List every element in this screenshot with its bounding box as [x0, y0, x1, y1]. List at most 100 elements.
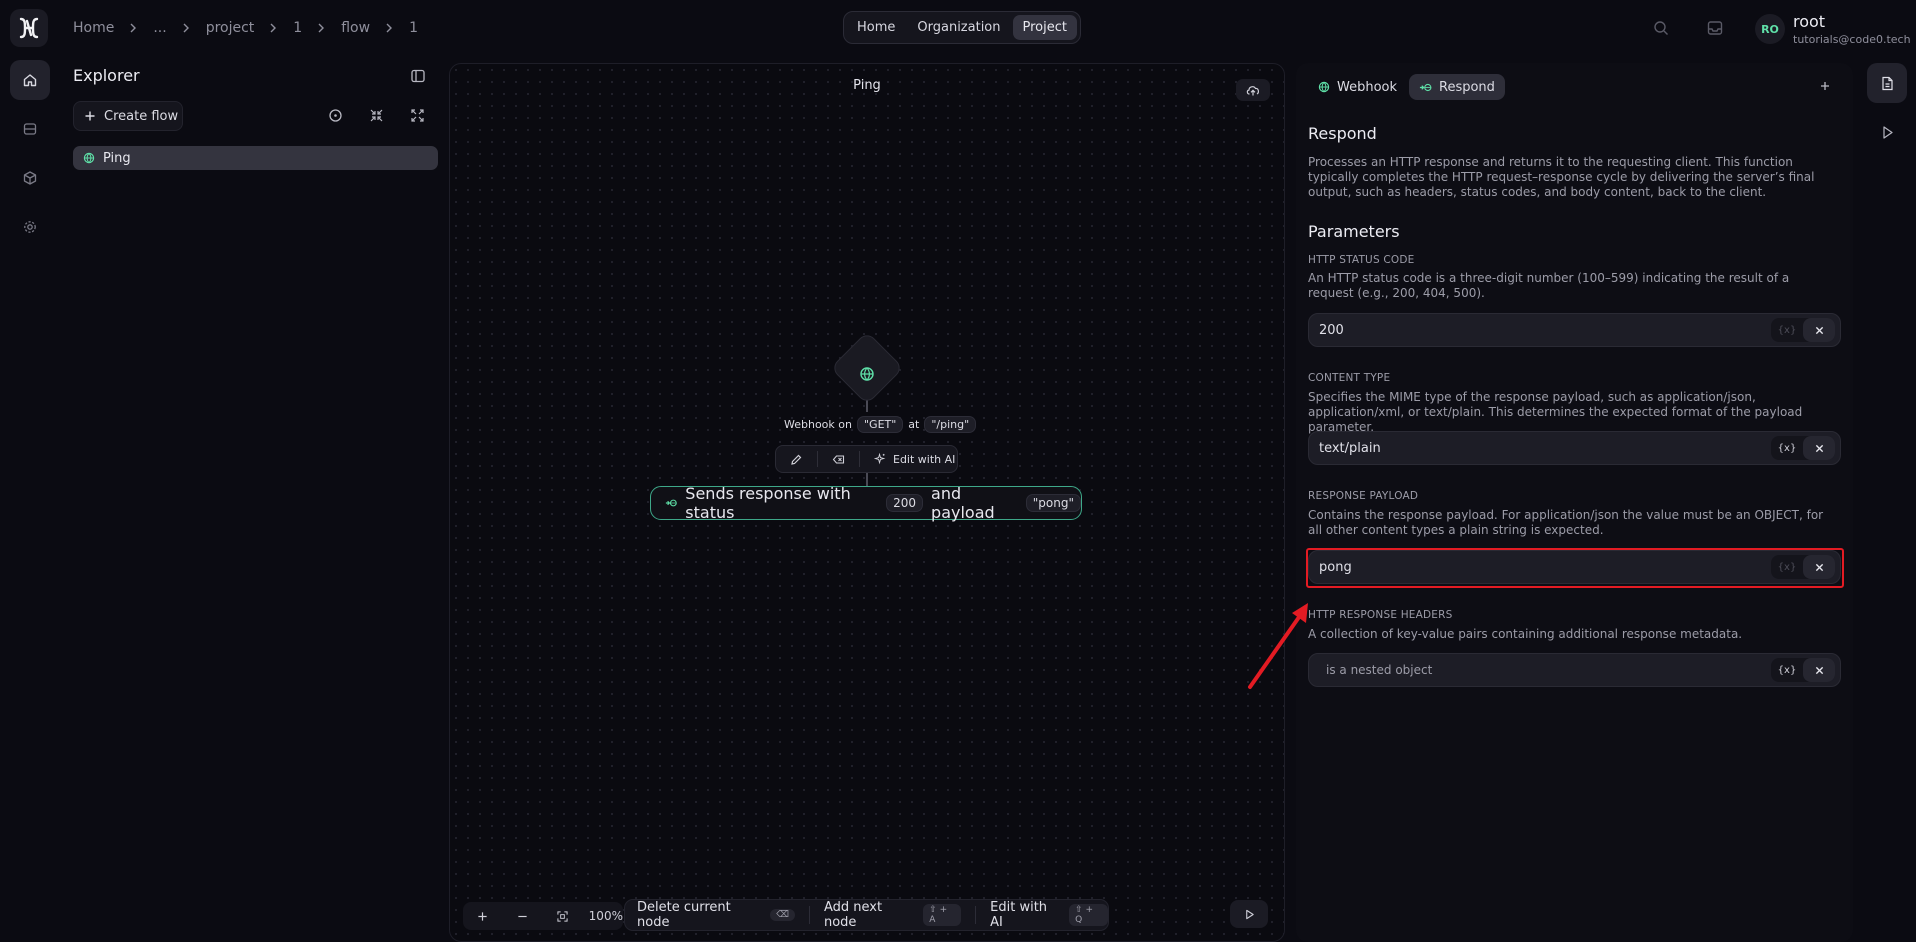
delete-node-button[interactable]: [818, 446, 859, 472]
user-email: tutorials@code0.tech: [1793, 33, 1911, 46]
document-panel-button[interactable]: [1867, 63, 1907, 103]
chevron-right-icon: [316, 23, 326, 33]
breadcrumb: Home ... project 1 flow 1: [73, 18, 418, 38]
breadcrumb-project[interactable]: project: [206, 20, 255, 36]
variable-toggle-button[interactable]: {x}: [1771, 318, 1803, 342]
sidebar-toggle-icon[interactable]: [410, 68, 426, 84]
status-code-input[interactable]: 200 {x}: [1308, 313, 1841, 347]
avatar[interactable]: RO: [1755, 14, 1785, 44]
flow-item-label: Ping: [103, 150, 131, 166]
variable-toggle-button[interactable]: {x}: [1771, 555, 1803, 579]
zoom-level: 100%: [588, 909, 623, 923]
node-toolbar: Edit with AI: [775, 445, 958, 473]
tab-respond[interactable]: Respond: [1409, 74, 1505, 100]
edit-node-button[interactable]: [776, 446, 817, 472]
flow-item-ping[interactable]: Ping: [73, 146, 438, 170]
clear-field-button[interactable]: [1803, 318, 1835, 342]
edit-ai-label: Edit with AI: [990, 900, 1048, 930]
document-icon: [1881, 76, 1893, 90]
panel-description: Processes an HTTP response and returns i…: [1308, 155, 1815, 199]
respond-joiner: and payload: [931, 484, 995, 522]
clear-field-button[interactable]: [1803, 555, 1835, 579]
search-icon[interactable]: [1652, 19, 1670, 37]
fit-view-button[interactable]: [543, 902, 583, 930]
respond-icon: [665, 499, 677, 507]
run-panel-button[interactable]: [1867, 112, 1907, 152]
respond-prefix: Sends response with status: [685, 484, 851, 522]
param-label-response-payload: RESPONSE PAYLOAD: [1308, 490, 1419, 502]
zoom-in-button[interactable]: [463, 902, 503, 930]
nav-project[interactable]: Project: [1012, 15, 1077, 40]
clear-field-button[interactable]: [1803, 436, 1835, 460]
play-icon: [1245, 909, 1254, 919]
param-label-status-code: HTTP STATUS CODE: [1308, 254, 1415, 266]
home-icon: [23, 74, 37, 87]
plus-icon: [478, 911, 488, 921]
webhook-icon: [859, 366, 875, 382]
parameters-title: Parameters: [1308, 222, 1400, 241]
fit-view-icon: [557, 910, 568, 922]
breadcrumb-flow[interactable]: flow: [341, 20, 370, 36]
shortcut-badge: ⌫: [770, 909, 795, 921]
param-description-response-headers: A collection of key-value pairs containi…: [1308, 627, 1743, 641]
response-headers-value: is a nested object: [1326, 663, 1433, 677]
clear-field-button[interactable]: [1803, 658, 1835, 682]
panel-title: Respond: [1308, 124, 1377, 143]
rail-packages-button[interactable]: [10, 158, 50, 198]
add-node-action[interactable]: Add next node ⇧ + A: [823, 900, 962, 930]
breadcrumb-home[interactable]: Home: [73, 20, 114, 36]
edit-icon: [791, 454, 802, 465]
status-chip: 200: [886, 494, 924, 512]
add-node-label: Add next node: [823, 900, 883, 930]
tab-webhook[interactable]: Webhook: [1308, 74, 1407, 100]
respond-node[interactable]: Sends response with status 200 and paylo…: [650, 484, 1082, 522]
status-code-value: 200: [1319, 322, 1344, 338]
response-headers-input[interactable]: is a nested object {x}: [1308, 653, 1841, 687]
breadcrumb-flow-id[interactable]: 1: [409, 20, 418, 36]
param-description-status-code: An HTTP status code is a three-digit num…: [1308, 271, 1790, 300]
edit-ai-action[interactable]: Edit with AI ⇧ + Q: [990, 900, 1108, 930]
canvas-title: Ping: [853, 78, 881, 93]
rail-settings-button[interactable]: [10, 207, 50, 247]
nav-organization[interactable]: Organization: [907, 15, 1010, 40]
user-name: root: [1793, 12, 1826, 31]
canvas-action-bar: Delete current node ⌫ Add next node ⇧ + …: [624, 899, 1109, 931]
run-flow-button[interactable]: [1230, 900, 1268, 928]
breadcrumb-ellipsis[interactable]: ...: [153, 20, 166, 36]
trigger-joiner: at: [908, 417, 920, 431]
field-actions: {x}: [1771, 555, 1835, 579]
create-flow-button[interactable]: Create flow: [73, 101, 183, 131]
trigger-prefix: Webhook on: [784, 417, 852, 431]
param-label-content-type: CONTENT TYPE: [1308, 372, 1391, 384]
rail-home-button[interactable]: [10, 60, 50, 100]
sparkle-icon: [874, 453, 886, 465]
content-type-input[interactable]: text/plain {x}: [1308, 431, 1841, 465]
rail-storage-button[interactable]: [10, 109, 50, 149]
history-icon[interactable]: [328, 108, 343, 123]
method-chip: "GET": [856, 415, 904, 433]
variable-toggle-button[interactable]: {x}: [1771, 658, 1803, 682]
trigger-node-label: Webhook on "GET" at "/ping": [784, 414, 977, 434]
app-logo[interactable]: [10, 9, 48, 47]
action-divider: [808, 906, 810, 924]
minus-icon: [518, 915, 527, 917]
nav-home[interactable]: Home: [847, 15, 905, 40]
shortcut-badge: ⇧ + Q: [1069, 904, 1108, 926]
edit-with-ai-button[interactable]: Edit with AI: [860, 453, 955, 466]
edit-with-ai-label: Edit with AI: [893, 452, 956, 466]
play-icon: [1882, 125, 1893, 139]
add-tab-icon[interactable]: [1818, 79, 1832, 93]
variable-toggle-button[interactable]: {x}: [1771, 436, 1803, 460]
top-navigation: Home Organization Project: [843, 11, 1081, 44]
zoom-out-button[interactable]: [503, 902, 543, 930]
deploy-button[interactable]: [1236, 79, 1270, 101]
expand-icon[interactable]: [410, 108, 425, 123]
chevron-right-icon: [268, 23, 278, 33]
collapse-icon[interactable]: [369, 108, 384, 123]
delete-node-action[interactable]: Delete current node ⌫: [637, 900, 795, 930]
breadcrumb-project-id[interactable]: 1: [293, 20, 302, 36]
close-icon: [1815, 444, 1823, 452]
inbox-icon[interactable]: [1706, 19, 1724, 37]
response-payload-input[interactable]: pong {x}: [1308, 550, 1841, 584]
param-description-response-payload: Contains the response payload. For appli…: [1308, 508, 1824, 537]
